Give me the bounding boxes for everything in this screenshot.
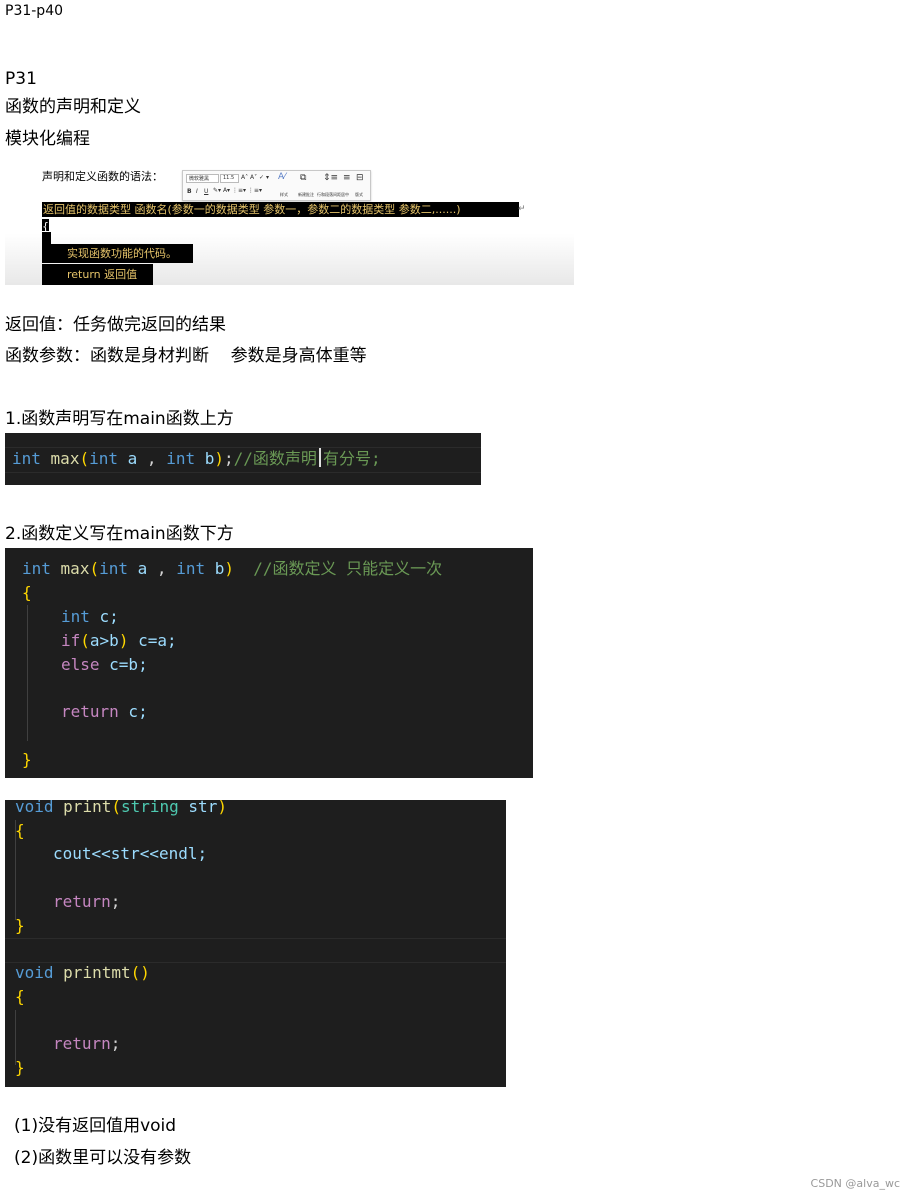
note-no-params: (2)函数里可以没有参数 [14,1148,192,1168]
new-comment-button[interactable]: 新建批注 [298,192,314,198]
section-subtitle-declaration: 函数的声明和定义 [5,97,141,117]
print-return: return; [53,892,121,911]
syntax-line-open-brace: { [42,219,49,233]
layout-button[interactable]: 版式 [355,192,363,198]
void-functions-code-block: void print(string str) { cout<<str<<endl… [5,797,506,1087]
definition-line-3: int c; [61,607,119,626]
printmt-signature: void printmt() [15,963,150,982]
font-name-box: 微软雅黑 [186,174,219,183]
printmt-return: return; [53,1034,121,1053]
layout-icon: ⊟ [356,173,364,183]
line-spacing-button[interactable]: 行和段落间距 [317,192,341,198]
syntax-line-body: 实现函数功能的代码。 [42,244,193,263]
definition-line-6: return c; [61,702,148,721]
print-body: cout<<str<<endl; [53,844,208,863]
font-size-box: 11.5 [220,174,239,183]
print-signature: void print(string str) [15,797,227,816]
printmt-open-brace: { [15,987,25,1006]
bold-button[interactable]: B [187,188,192,195]
declaration-code-line: int max(int a , int b);//函数声明 有分号; [12,448,381,468]
definition-line-7: } [22,750,32,769]
definition-line-1: int max(int a , int b) //函数定义 只能定义一次 [22,559,443,578]
watermark: CSDN @alva_wc [810,1177,900,1190]
note-void: (1)没有返回值用void [14,1116,177,1136]
definition-line-2: { [22,583,32,602]
line-spacing-icon: ⇕≡ [323,173,339,183]
note-return-value: 返回值：任务做完返回的结果 [5,315,226,335]
print-close-brace: } [15,916,25,935]
comment-icon: ⧉ [300,173,307,183]
definition-code-block: int max(int a , int b) //函数定义 只能定义一次 { i… [5,548,533,778]
center-button[interactable]: 居中 [341,192,349,198]
syntax-line-signature: 返回值的数据类型 函数名(参数一的数据类型 参数一，参数二的数据类型 参数二,.… [42,202,519,217]
style-icon: A⁄ [278,172,286,182]
underline-button[interactable]: U [204,188,208,195]
page-range: P31-p40 [5,3,64,19]
highlight-icon: ✎▾ A▾ ⋮≡▾ ⋮≡▾ [213,187,262,194]
section-title: P31 [5,69,37,89]
current-line-highlight [5,938,506,963]
step2-heading: 2.函数定义写在main函数下方 [5,524,234,544]
syntax-label: 声明和定义函数的语法： [42,170,163,183]
printmt-close-brace: } [15,1058,25,1077]
note-params: 函数参数：函数是身材判断 参数是身高体重等 [5,346,367,366]
syntax-line-gap [42,232,51,244]
declaration-code-block: int max(int a , int b);//函数声明 有分号; [5,433,481,485]
syntax-screenshot: 声明和定义函数的语法： 微软雅黑 11.5 A˄ A˅ ✓ ▾ A⁄ ⧉ ⇕≡ … [5,162,574,285]
syntax-line-return: return 返回值 [42,264,153,285]
text-cursor [318,448,321,467]
italic-button[interactable]: I [196,188,198,195]
section-subtitle-modular: 模块化编程 [5,129,90,149]
center-icon: ≡ [343,173,351,183]
definition-line-5: else c=b; [61,655,148,674]
print-open-brace: { [15,821,25,840]
definition-line-4: if(a>b) c=a; [61,631,177,650]
font-grow-icon: A˄ A˅ ✓ ▾ [241,174,269,181]
mini-toolbar: 微软雅黑 11.5 A˄ A˅ ✓ ▾ A⁄ ⧉ ⇕≡ ≡ ⊟ B I U ✎▾… [182,170,371,201]
step1-heading: 1.函数声明写在main函数上方 [5,409,234,429]
style-button[interactable]: 样式 [280,192,288,198]
